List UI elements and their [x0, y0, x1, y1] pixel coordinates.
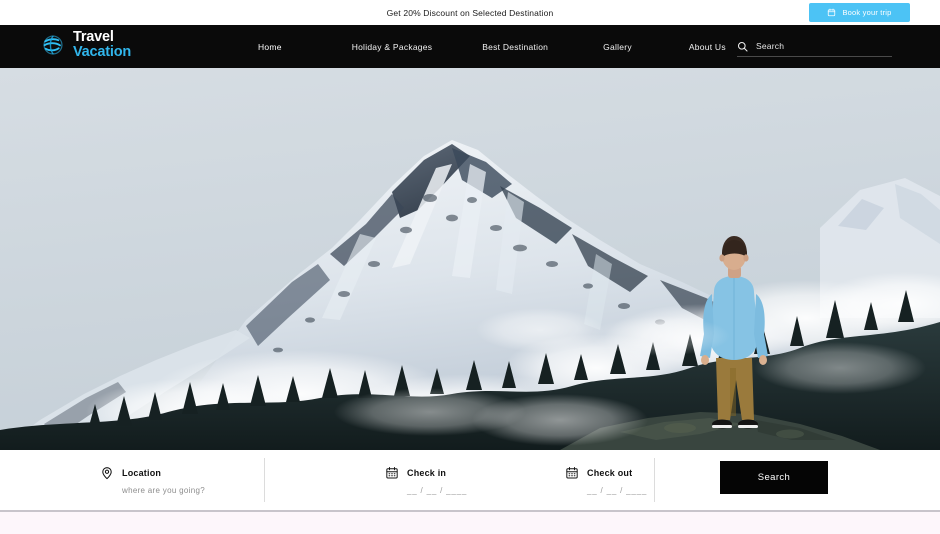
- checkin-date-placeholder[interactable]: __ / __ / ____: [385, 486, 530, 495]
- booking-search-bar: Location where are you going? Check in _…: [0, 450, 940, 510]
- nav-item-about-us[interactable]: About Us: [689, 42, 726, 52]
- book-your-trip-label: Book your trip: [842, 8, 892, 17]
- search-button[interactable]: Search: [720, 461, 828, 494]
- nav-item-holiday-packages[interactable]: Holiday & Packages: [352, 42, 433, 52]
- checkout-date-placeholder[interactable]: __ / __ / ____: [565, 486, 710, 495]
- site-header: Travel Vacation Home Holiday & Packages …: [0, 25, 940, 68]
- checkin-label: Check in: [407, 467, 447, 478]
- hero-image: [0, 68, 940, 450]
- brand-name-secondary: Vacation: [73, 43, 132, 60]
- checkout-label: Check out: [587, 467, 633, 478]
- promo-bar: Get 20% Discount on Selected Destination…: [0, 0, 940, 25]
- field-divider: [654, 458, 655, 502]
- location-label: Location: [122, 467, 162, 478]
- globe-icon: [40, 32, 66, 58]
- book-your-trip-button[interactable]: Book your trip: [809, 3, 910, 22]
- search-input[interactable]: Search: [737, 36, 892, 57]
- calendar-icon: [385, 466, 399, 480]
- checkin-field[interactable]: Check in __ / __ / ____: [385, 458, 530, 502]
- calendar-icon: [565, 466, 579, 480]
- search-icon: [737, 41, 748, 52]
- search-placeholder: Search: [756, 41, 785, 51]
- promo-message: Get 20% Discount on Selected Destination: [386, 7, 554, 18]
- next-section: [0, 512, 940, 534]
- main-navigation: Home Holiday & Packages Best Destination…: [258, 25, 726, 68]
- location-field[interactable]: Location where are you going?: [100, 458, 265, 502]
- nav-item-home[interactable]: Home: [258, 42, 282, 52]
- checkout-field[interactable]: Check out __ / __ / ____: [565, 458, 710, 502]
- location-placeholder[interactable]: where are you going?: [100, 486, 265, 495]
- nav-item-gallery[interactable]: Gallery: [603, 42, 632, 52]
- calendar-icon: [827, 8, 836, 17]
- brand-logo[interactable]: Travel Vacation: [40, 30, 131, 60]
- map-pin-icon: [100, 466, 114, 480]
- brand-name-primary: Travel: [73, 29, 114, 45]
- field-divider: [264, 458, 265, 502]
- nav-item-best-destination[interactable]: Best Destination: [482, 42, 548, 52]
- page-root: Get 20% Discount on Selected Destination…: [0, 0, 940, 534]
